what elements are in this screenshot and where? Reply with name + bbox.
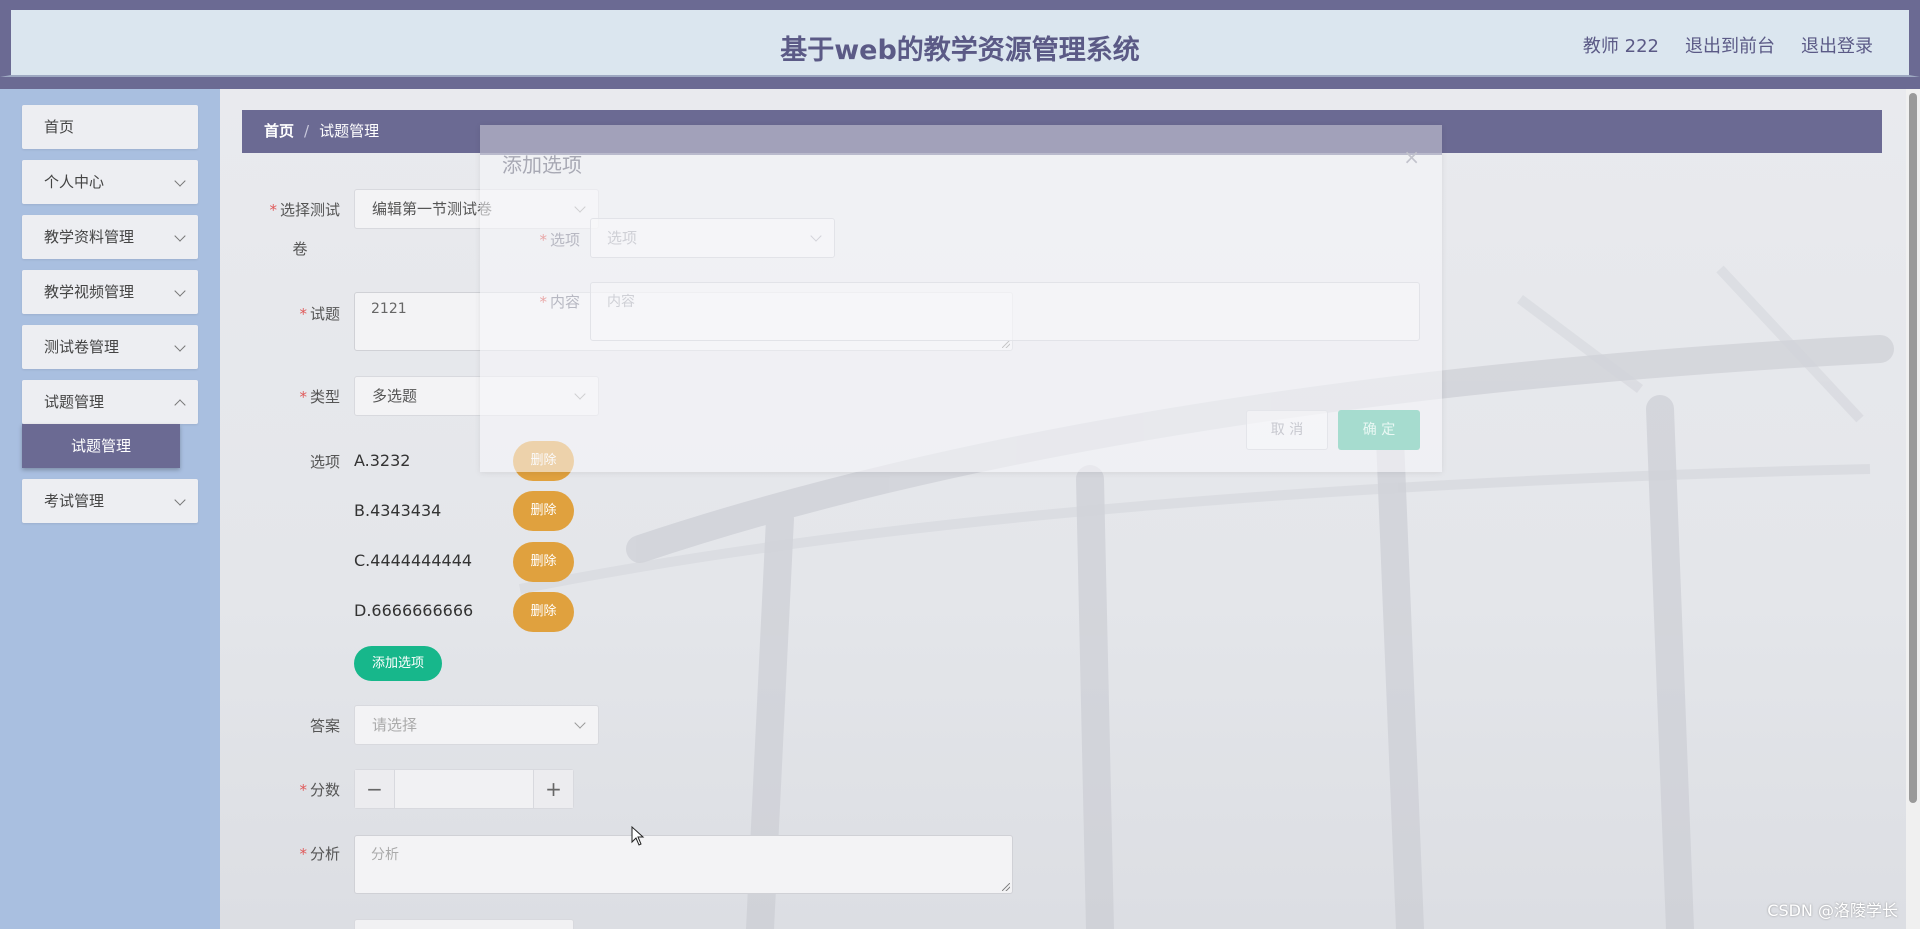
- breadcrumb-current: 试题管理: [319, 122, 380, 140]
- chevron-up-icon: [174, 399, 186, 411]
- sidebar-item-test-papers[interactable]: 测试卷管理: [22, 325, 198, 369]
- mouse-cursor-icon: [631, 826, 645, 846]
- page-scrollbar[interactable]: [1906, 89, 1920, 929]
- app-header: 基于web的教学资源管理系统 教师 222 退出到前台 退出登录: [0, 10, 1920, 77]
- sidebar-item-label: 教学视频管理: [44, 283, 135, 301]
- cancel-button[interactable]: 取 消: [1246, 410, 1328, 450]
- sidebar-item-exams[interactable]: 考试管理: [22, 479, 198, 523]
- submenu-item-questions[interactable]: 试题管理: [22, 424, 180, 468]
- confirm-button[interactable]: 确 定: [1338, 410, 1420, 450]
- sidebar-item-home[interactable]: 首页: [22, 105, 198, 149]
- header-user-links: 教师 222 退出到前台 退出登录: [1583, 32, 1873, 58]
- score-label: * 分数: [299, 781, 340, 799]
- chevron-down-icon: [174, 494, 186, 506]
- type-label: * 类型: [299, 388, 340, 406]
- option-text: D.6666666666: [354, 601, 474, 620]
- sidebar-item-label: 试题管理: [44, 393, 105, 411]
- sidebar-item-label: 测试卷管理: [44, 338, 120, 356]
- top-strip: [0, 0, 1920, 10]
- answer-select[interactable]: 请选择: [354, 705, 599, 745]
- sidebar: 首页 个人中心 教学资料管理 教学视频管理 测试卷管理 试题管理 试题管理 考试…: [0, 89, 220, 929]
- sidebar-item-videos[interactable]: 教学视频管理: [22, 270, 198, 314]
- chevron-down-icon: [174, 285, 186, 297]
- header-underbar: [0, 77, 1920, 89]
- dialog-content-label: * 内容: [539, 293, 580, 311]
- sidebar-item-label: 个人中心: [44, 173, 105, 191]
- breadcrumb-separator: /: [304, 122, 310, 140]
- logout-link[interactable]: 退出登录: [1801, 32, 1873, 58]
- option-text: A.3232: [354, 451, 411, 470]
- dialog-title: 添加选项: [502, 153, 582, 177]
- sidebar-item-label: 首页: [44, 118, 75, 136]
- answer-label: 答案: [309, 717, 340, 735]
- delete-option-button[interactable]: 删除: [513, 542, 574, 582]
- test-paper-label-line2: 卷: [292, 240, 308, 258]
- decrement-button[interactable]: −: [355, 770, 395, 808]
- option-text: B.4343434: [354, 501, 442, 520]
- chevron-down-icon: [574, 717, 586, 729]
- sidebar-item-questions[interactable]: 试题管理: [22, 380, 198, 424]
- add-option-button[interactable]: 添加选项: [354, 646, 442, 681]
- increment-button[interactable]: +: [533, 770, 573, 808]
- back-to-front-link[interactable]: 退出到前台: [1685, 32, 1775, 58]
- close-icon[interactable]: ×: [1403, 145, 1420, 169]
- delete-option-button[interactable]: 删除: [513, 592, 574, 632]
- delete-option-button[interactable]: 删除: [513, 491, 574, 531]
- dialog-option-select[interactable]: 选项: [590, 218, 835, 258]
- test-paper-label: * 选择测试: [269, 201, 340, 219]
- analysis-textarea[interactable]: 分析: [354, 835, 1013, 894]
- chevron-down-icon: [174, 175, 186, 187]
- chevron-down-icon: [174, 340, 186, 352]
- add-option-dialog: 添加选项 × * 选项 选项 * 内容 内容 取 消 确 定: [480, 125, 1442, 472]
- sidebar-item-materials[interactable]: 教学资料管理: [22, 215, 198, 259]
- question-label: * 试题: [299, 305, 340, 323]
- score-stepper[interactable]: − +: [354, 769, 574, 809]
- dialog-header-strip: [480, 125, 1442, 155]
- sidebar-item-label: 考试管理: [44, 492, 105, 510]
- scrollbar-thumb[interactable]: [1909, 93, 1917, 803]
- option-text: C.4444444444: [354, 551, 473, 570]
- partial-stepper[interactable]: [354, 919, 574, 929]
- watermark: CSDN @洛陵学长: [1767, 901, 1898, 920]
- dialog-option-label: * 选项: [539, 231, 580, 249]
- analysis-label: * 分析: [299, 845, 340, 863]
- main-content: 首页 / 试题管理 * 选择测试 卷 编辑第一节测试卷 * 试题 2121 * 类型 多选…: [220, 89, 1906, 929]
- breadcrumb-home[interactable]: 首页: [264, 122, 294, 140]
- dialog-content-textarea[interactable]: 内容: [590, 282, 1420, 341]
- resize-grip-icon: [1002, 883, 1010, 891]
- chevron-down-icon: [174, 230, 186, 242]
- chevron-down-icon: [810, 230, 822, 242]
- options-label: 选项: [309, 453, 340, 471]
- sidebar-item-label: 教学资料管理: [44, 228, 135, 246]
- user-label[interactable]: 教师 222: [1583, 32, 1659, 58]
- sidebar-item-profile[interactable]: 个人中心: [22, 160, 198, 204]
